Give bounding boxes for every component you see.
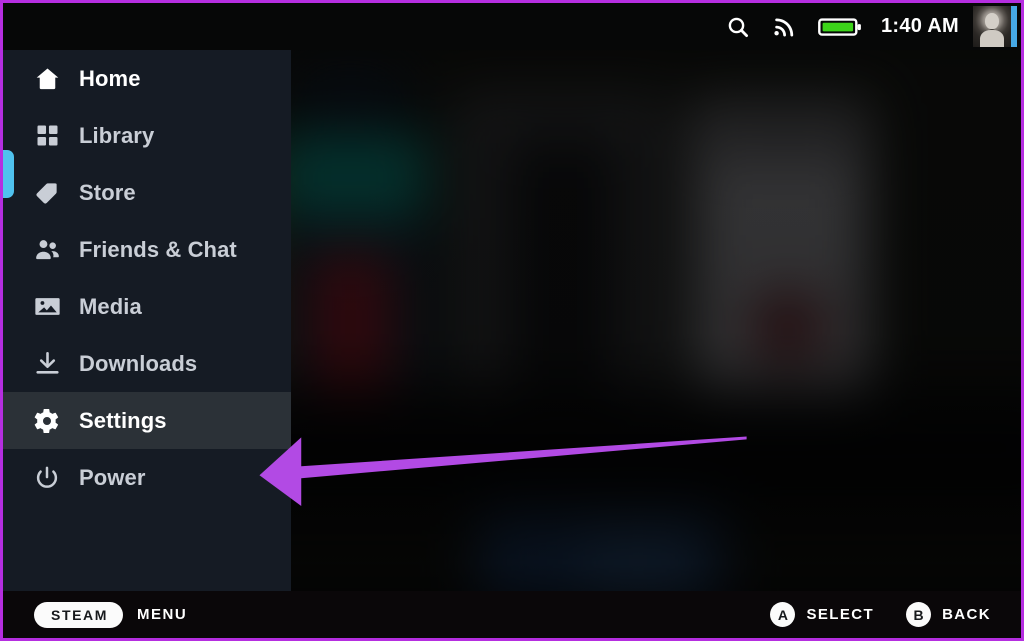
sidebar-item-media[interactable]: Media	[3, 278, 291, 335]
home-icon	[32, 64, 62, 94]
sidebar-item-home[interactable]: Home	[3, 50, 291, 107]
action-label: SELECT	[806, 606, 875, 623]
sidebar-item-label: Media	[79, 293, 142, 319]
top-status-bar: 1:40 AM	[3, 3, 1021, 50]
quick-access-sidebar: Home Library Store Friends & Chat Media …	[3, 50, 291, 591]
avatar[interactable]	[973, 6, 1017, 47]
image-icon	[32, 292, 62, 322]
steam-button[interactable]: STEAM	[34, 601, 123, 628]
avatar-status-indicator	[1011, 6, 1017, 47]
sidebar-item-downloads[interactable]: Downloads	[3, 335, 291, 392]
clock: 1:40 AM	[880, 15, 959, 37]
sidebar-item-store[interactable]: Store	[3, 164, 291, 221]
focus-indicator-pill	[3, 150, 14, 198]
sidebar-item-settings[interactable]: Settings	[3, 392, 291, 449]
sidebar-item-label: Power	[79, 464, 146, 490]
people-icon	[32, 235, 62, 265]
sidebar-item-label: Friends & Chat	[79, 236, 237, 262]
bottom-bar-left: STEAM MENU	[3, 601, 188, 628]
action-label: BACK	[942, 606, 991, 623]
tag-icon	[32, 178, 62, 208]
bottom-bar-right: A SELECT B BACK	[770, 602, 1021, 627]
search-icon[interactable]	[715, 3, 761, 50]
grid-icon	[32, 121, 62, 151]
sidebar-item-label: Library	[79, 122, 155, 148]
gear-icon	[32, 406, 62, 436]
sidebar-item-label: Downloads	[79, 350, 198, 376]
bottom-action-bar: STEAM MENU A SELECT B BACK	[3, 591, 1021, 638]
power-icon	[32, 463, 62, 493]
sidebar-item-label: Home	[79, 65, 141, 91]
steam-deck-screen: 1:40 AM Home Library Store Friends & Cha…	[0, 0, 1024, 641]
battery-full-icon[interactable]	[813, 3, 869, 50]
sidebar-item-label: Settings	[79, 407, 167, 433]
a-button-icon: A	[770, 602, 796, 627]
sidebar-item-friends-and-chat[interactable]: Friends & Chat	[3, 221, 291, 278]
sidebar-item-library[interactable]: Library	[3, 107, 291, 164]
sidebar-item-power[interactable]: Power	[3, 449, 291, 506]
download-icon	[32, 349, 62, 379]
sidebar-item-label: Store	[79, 179, 136, 205]
action-select[interactable]: A SELECT	[770, 602, 874, 627]
avatar-image	[973, 6, 1011, 47]
b-button-icon: B	[906, 602, 932, 627]
menu-label: MENU	[137, 606, 188, 623]
action-back[interactable]: B BACK	[906, 602, 991, 627]
wifi-signal-icon[interactable]	[763, 3, 809, 50]
